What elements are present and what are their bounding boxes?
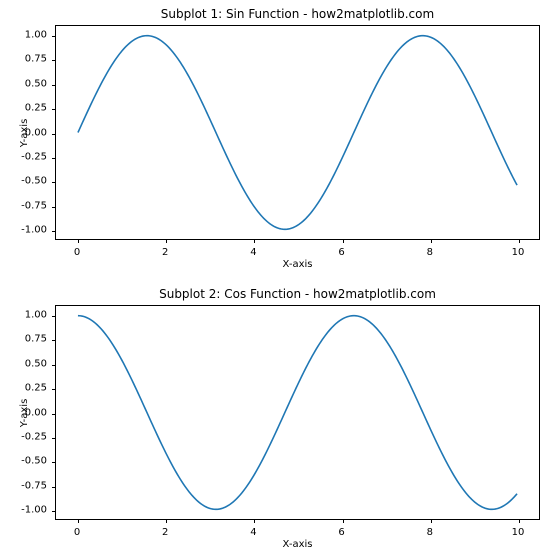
y-tick	[52, 158, 56, 159]
x-tick	[431, 239, 432, 243]
x-tick	[78, 239, 79, 243]
sin-path	[78, 36, 517, 230]
subplot-2-axes	[55, 305, 540, 520]
cos-line	[56, 306, 539, 519]
y-tick	[52, 316, 56, 317]
y-tick-label: -0.50	[21, 456, 47, 467]
x-tick	[166, 239, 167, 243]
x-tick	[343, 519, 344, 523]
x-tick	[78, 519, 79, 523]
y-tick	[52, 182, 56, 183]
y-tick	[52, 60, 56, 61]
subplot-1-title: Subplot 1: Sin Function - how2matplotlib…	[55, 7, 540, 21]
y-tick	[52, 36, 56, 37]
x-tick	[254, 519, 255, 523]
y-tick-label: 0.00	[25, 127, 47, 138]
y-tick-label: 0.00	[25, 407, 47, 418]
y-tick	[52, 340, 56, 341]
subplot-2-xlabel: X-axis	[55, 539, 540, 550]
y-tick	[52, 414, 56, 415]
subplot-1-axes	[55, 25, 540, 240]
y-tick	[52, 231, 56, 232]
cos-path	[78, 316, 517, 510]
subplot-2: Subplot 2: Cos Function - how2matplotlib…	[55, 305, 540, 520]
y-tick	[52, 109, 56, 110]
y-tick	[52, 462, 56, 463]
y-tick	[52, 207, 56, 208]
y-tick	[52, 389, 56, 390]
y-tick-label: 0.75	[25, 54, 47, 65]
x-tick-label: 10	[512, 247, 525, 258]
y-tick-label: -0.75	[21, 480, 47, 491]
x-tick-label: 4	[250, 527, 256, 538]
x-tick	[254, 239, 255, 243]
x-tick-label: 6	[338, 247, 344, 258]
figure: Subplot 1: Sin Function - how2matplotlib…	[0, 0, 560, 560]
y-tick-label: 0.75	[25, 334, 47, 345]
y-tick-label: 0.50	[25, 78, 47, 89]
x-tick-label: 10	[512, 527, 525, 538]
x-tick-label: 2	[162, 527, 168, 538]
subplot-1: Subplot 1: Sin Function - how2matplotlib…	[55, 25, 540, 240]
x-tick	[431, 519, 432, 523]
y-tick-label: -1.00	[21, 505, 47, 516]
y-tick-label: -0.25	[21, 151, 47, 162]
y-tick-label: -0.25	[21, 431, 47, 442]
x-tick-label: 8	[427, 247, 433, 258]
x-tick	[519, 239, 520, 243]
x-tick	[343, 239, 344, 243]
y-tick-label: 0.50	[25, 358, 47, 369]
y-tick-label: 1.00	[25, 29, 47, 40]
subplot-1-xlabel: X-axis	[55, 259, 540, 270]
x-tick-label: 4	[250, 247, 256, 258]
y-tick	[52, 85, 56, 86]
y-tick-label: -1.00	[21, 225, 47, 236]
y-tick	[52, 365, 56, 366]
x-tick-label: 2	[162, 247, 168, 258]
sin-line	[56, 26, 539, 239]
x-tick-label: 0	[74, 527, 80, 538]
subplot-2-title: Subplot 2: Cos Function - how2matplotlib…	[55, 287, 540, 301]
x-tick-label: 6	[338, 527, 344, 538]
y-tick	[52, 134, 56, 135]
y-tick	[52, 487, 56, 488]
x-tick	[519, 519, 520, 523]
y-tick-label: 0.25	[25, 383, 47, 394]
x-tick-label: 0	[74, 247, 80, 258]
y-tick-label: 1.00	[25, 309, 47, 320]
y-tick-label: 0.25	[25, 103, 47, 114]
y-tick-label: -0.50	[21, 176, 47, 187]
y-tick	[52, 511, 56, 512]
x-tick-label: 8	[427, 527, 433, 538]
y-tick-label: -0.75	[21, 200, 47, 211]
x-tick	[166, 519, 167, 523]
y-tick	[52, 438, 56, 439]
